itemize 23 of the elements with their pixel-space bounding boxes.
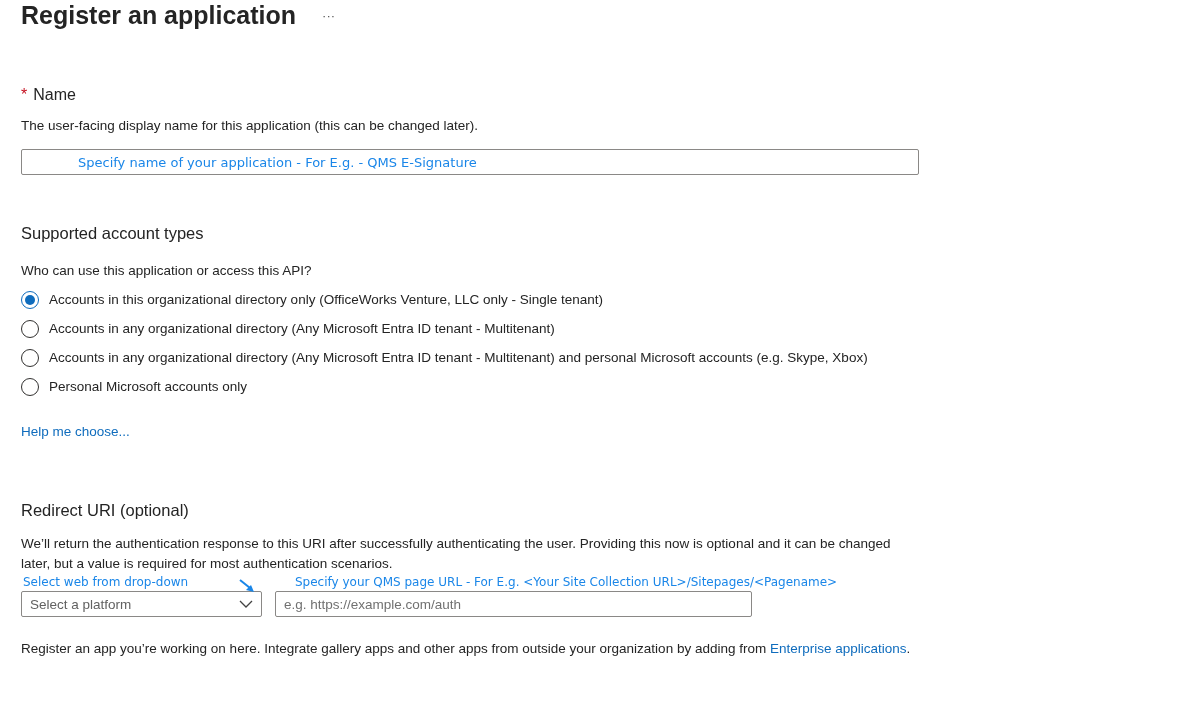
question-text: Who can use this application or access this API? [21,263,313,278]
platform-dropdown[interactable]: Select a platform [21,591,262,617]
footer-text: Register an app you’re working on here. Integrate gallery apps and other apps from outside your organization by adding from Enterprise applications. [21,641,912,656]
page-title: Register an application [21,0,297,30]
help-link[interactable]: Help me choose... [21,424,130,439]
chevron-down-icon [239,600,253,608]
name-label: Name [33,86,76,104]
radio-label[interactable]: Accounts in this organizational directory only (OfficeWorks Venture, LLC only - Single tenant) [49,290,604,310]
section-heading: Supported account types [21,224,205,243]
radio-label[interactable]: Accounts in any organizational directory (Any Microsoft Entra ID tenant - Multitenant) and personal Microsoft accounts (e.g. Skype, Xbox) [49,348,868,368]
section-heading: Redirect URI (optional) [21,501,190,520]
name-description: The user-facing display name for this application (this can be changed later). [21,118,479,133]
radio-label[interactable]: Accounts in any organizational directory (Any Microsoft Entra ID tenant - Multitenant) [49,319,555,339]
radio-label[interactable]: Personal Microsoft accounts only [49,377,248,397]
enterprise-applications-link[interactable]: Enterprise applications [769,641,907,656]
annotation-text: Select web from drop-down [23,575,189,589]
arrow-icon [239,579,255,593]
name-input[interactable]: Specify name of your application - For E.g. - QMS E-Signature [21,149,919,175]
redirect-description: We’ll return the authentication response to this URI after successfully authenticating the user. Providing this now is optional and it can be changed later, but a value is required for most authentication scenarios. [21,535,892,573]
annotation-text: Specify your QMS page URL - For E.g. <Your Site Collection URL>/Sitepages/<Pagename> [295,575,838,591]
redirect-uri-input[interactable]: e.g. https://example.com/auth [275,591,752,617]
required-mark: * [21,86,28,104]
more-options-button[interactable]: ··· [322,7,336,23]
